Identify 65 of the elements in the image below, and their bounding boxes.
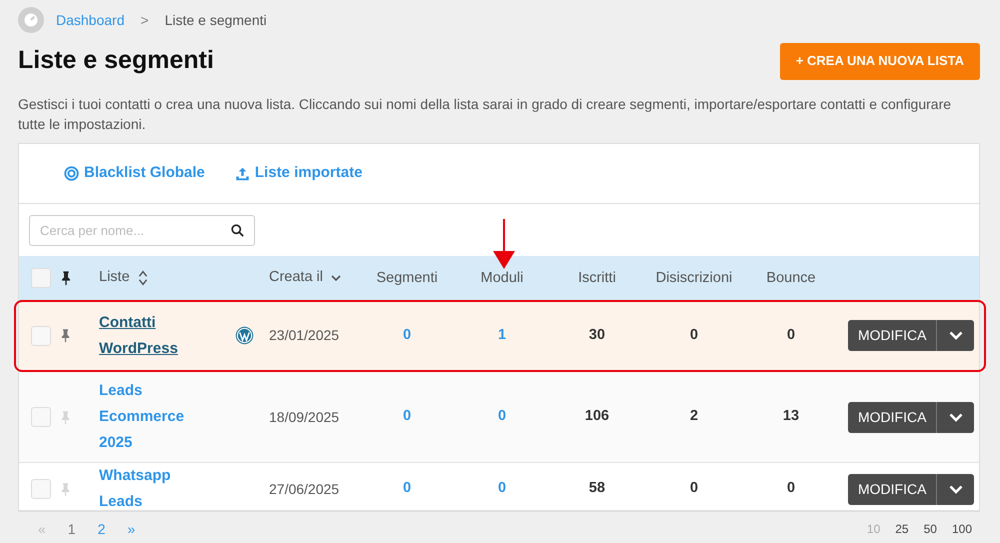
forms-count-link[interactable]: 0 [455,478,549,500]
edit-button[interactable]: MODIFICA [848,474,938,504]
chevron-down-icon [948,412,963,422]
column-header[interactable]: Segmenti [376,270,438,286]
page-size-option[interactable]: 25 [895,520,909,538]
date-cell-text: 27/06/2025 [269,480,340,498]
segments-count-link[interactable]: 0 [359,406,455,428]
segments-count-link[interactable]: 0 [359,478,455,500]
next-page-link[interactable]: » [127,518,136,540]
dropdown-button[interactable] [937,402,974,432]
page-link[interactable]: 1 [68,518,76,540]
chevron-down-icon [948,484,963,494]
list-name-link[interactable]: Contatti WordPress [99,310,199,362]
column-header[interactable]: Iscritti [578,270,616,286]
chevron-down-icon [948,331,963,340]
segments-count-link[interactable]: 0 [359,324,455,346]
row-checkbox[interactable] [31,479,51,499]
page-title: Liste e segmenti [18,45,214,76]
imported-lists-link[interactable]: Liste importate [234,162,362,185]
previous-page-link[interactable]: « [38,518,46,540]
chevron-down-icon [331,274,341,282]
bounce-cell-text: 13 [782,407,800,426]
column-header[interactable]: Moduli [480,270,524,286]
breadcrumb-link[interactable]: Dashboard [56,10,124,30]
edit-button[interactable]: MODIFICA [848,402,938,432]
column-header[interactable]: Liste [99,267,130,289]
dropdown-button[interactable] [937,320,974,351]
row-checkbox[interactable] [31,326,51,346]
list-name-link[interactable]: Leads Ecommerce 2025 [99,378,199,456]
select-all-checkbox[interactable] [31,268,51,288]
gauge-icon [18,7,44,33]
bounce-cell-text: 0 [786,479,796,498]
column-header[interactable]: Creata il [269,267,323,289]
column-header[interactable]: Bounce [766,270,816,286]
search-field[interactable]: Cerca per nome... [29,214,255,246]
search-icon [230,222,245,238]
column-header[interactable]: Disiscrizioni [656,270,732,286]
create-list-button[interactable]: + CREA UNA NUOVA LISTA [780,42,980,80]
forms-count-link[interactable]: 0 [455,406,549,428]
bounce-cell-text: 0 [786,326,796,345]
target-icon [64,166,79,181]
wordpress-icon [235,326,254,345]
edit-button[interactable]: MODIFICA [848,320,938,351]
page-size-option[interactable]: 10 [866,520,880,538]
subscribers-cell-text: 30 [588,326,606,345]
unsubscribed-cell-text: 0 [688,326,700,345]
forms-count-link[interactable]: 1 [455,324,549,346]
upload-icon [234,166,250,182]
breadcrumb-separator: > [140,10,149,30]
description-text: Gestisci i tuoi contatti o crea una nuova lista. Cliccando sui nomi della lista sarai in grado di creare segmenti, importare/esportare contatti e configurare tutte le impostazioni. [18,95,952,134]
dropdown-button[interactable] [937,474,974,504]
sort-icon [138,269,148,287]
breadcrumb-current: Liste e segmenti [164,10,267,30]
unsubscribed-cell-text: 0 [688,479,700,498]
row-checkbox[interactable] [31,407,51,427]
blacklist-link[interactable]: Blacklist Globale [64,162,205,185]
subscribers-cell-text: 106 [584,407,610,426]
unsubscribed-cell-text: 2 [688,407,700,426]
subscribers-cell-text: 58 [588,479,606,498]
page-link[interactable]: 2 [98,518,106,540]
date-cell-text: 18/09/2025 [269,408,340,426]
page-size-option[interactable]: 50 [924,520,937,538]
list-name-link[interactable]: Whatsapp Leads [99,463,199,515]
date-cell-text: 23/01/2025 [269,326,340,345]
page-size-option[interactable]: 100 [952,520,972,538]
